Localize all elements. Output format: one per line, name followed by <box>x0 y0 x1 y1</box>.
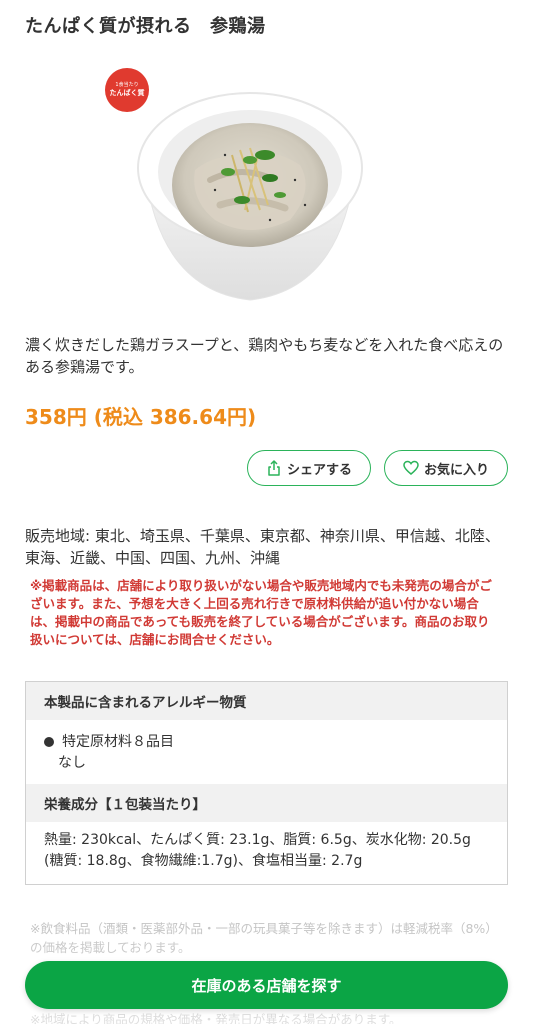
favorite-button[interactable]: お気に入り <box>384 450 508 486</box>
allergy-item-label: 特定原材料８品目 <box>62 734 174 750</box>
protein-badge: 1食当たり たんぱく質 <box>105 68 149 112</box>
share-label: シェアする <box>286 462 352 478</box>
availability-notice: ※掲載商品は、店舗により取り扱いがない場合や販売地域内でも未発売の場合がございま… <box>30 578 492 647</box>
badge-small-text: 1食当たり <box>115 82 139 88</box>
allergy-item: 特定原材料８品目 <box>44 732 489 753</box>
nutrition-heading: 栄養成分【１包装当たり】 <box>26 784 507 822</box>
product-image: 1食当たり たんぱく質 <box>100 60 400 315</box>
share-icon <box>268 460 280 476</box>
allergy-item-value: なし <box>58 755 86 771</box>
product-description: 濃く炊きだした鶏ガラスープと、鶏肉やもち麦などを入れた食べ応えのある参鶏湯です。 <box>25 336 504 376</box>
share-button[interactable]: シェアする <box>247 450 371 486</box>
allergy-body: 特定原材料８品目 なし <box>26 720 507 774</box>
product-price: 358円 (税込 386.64円) <box>25 405 257 429</box>
tax-footnote: ※飲食料品（酒類・医薬部外品・一部の玩具菓子等を除きます）は軽減税率（8%）の価… <box>30 921 498 955</box>
allergy-nutrition-table: 本製品に含まれるアレルギー物質 特定原材料８品目 なし 栄養成分【１包装当たり】… <box>25 681 508 885</box>
bullet-icon <box>44 737 54 747</box>
heart-icon <box>403 460 419 475</box>
badge-main-text: たんぱく質 <box>109 89 145 97</box>
nutrition-facts: 熱量: 230kcal、たんぱく質: 23.1g、脂質: 6.5g、炭水化物: … <box>44 832 471 869</box>
page-title: たんぱく質が摂れる 参鶏湯 <box>25 16 266 37</box>
favorite-label: お気に入り <box>423 462 489 478</box>
find-store-button[interactable]: 在庫のある店舗を探す <box>25 961 508 1009</box>
region-footnote: ※地域により商品の規格や価格・発売日が異なる場合があります。 <box>30 1012 402 1024</box>
allergy-heading: 本製品に含まれるアレルギー物質 <box>26 682 507 720</box>
sales-region: 販売地域: 東北、埼玉県、千葉県、東京都、神奈川県、甲信越、北陸、東海、近畿、中… <box>25 527 500 567</box>
